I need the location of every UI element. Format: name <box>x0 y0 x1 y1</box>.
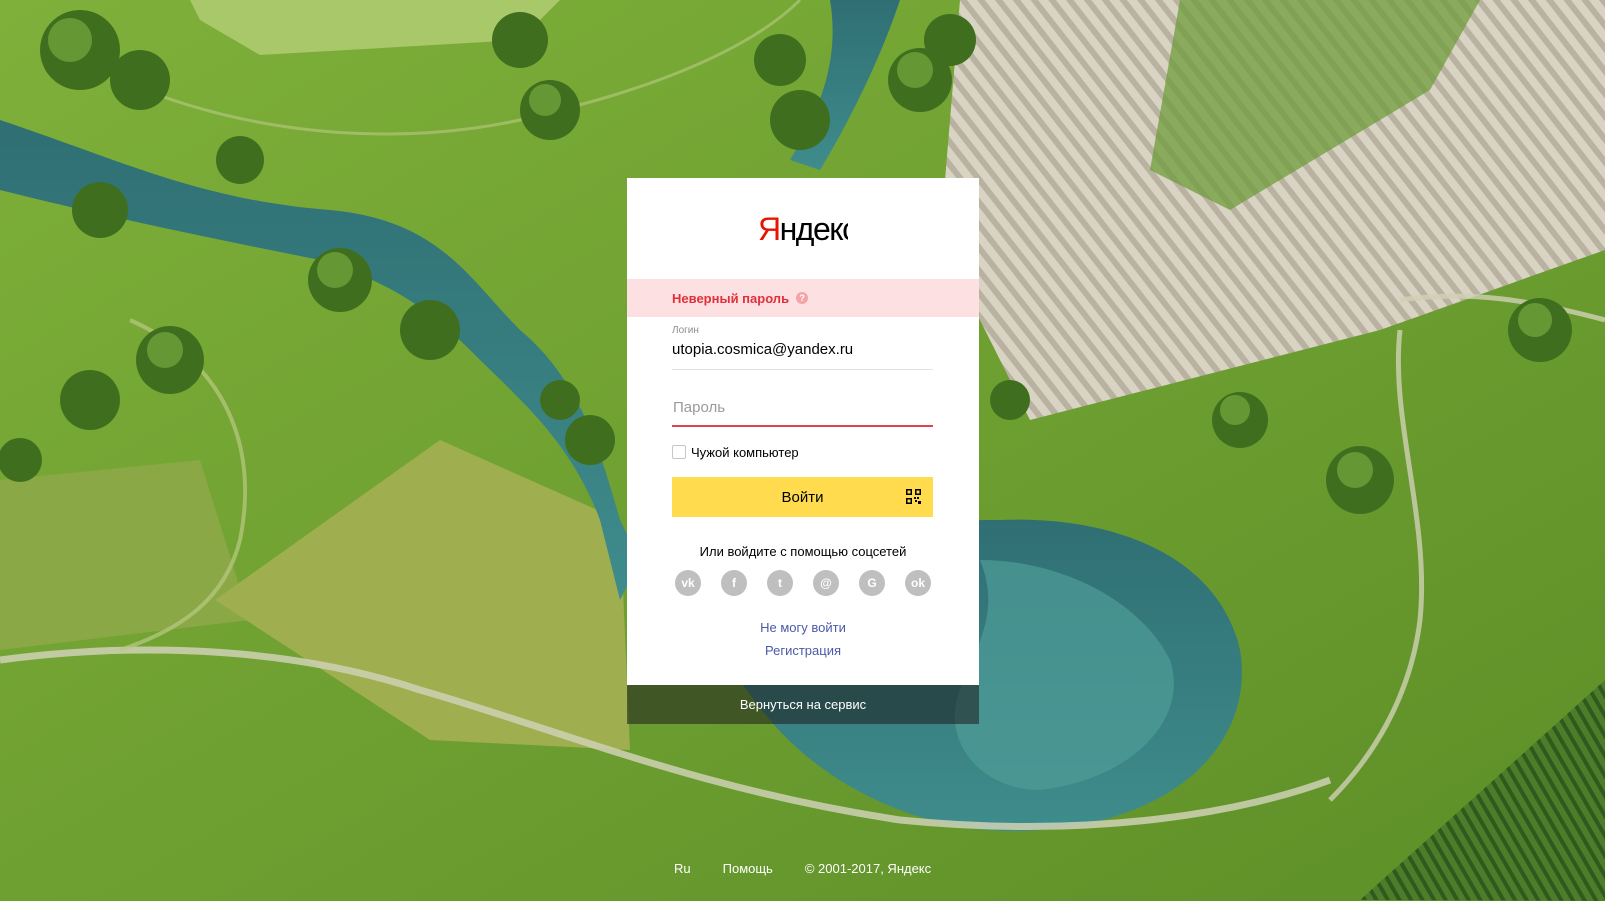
login-field[interactable]: Логин <box>672 325 933 370</box>
language-switch[interactable]: Ru <box>674 861 691 876</box>
foreign-computer-checkbox[interactable] <box>672 445 686 459</box>
error-banner: Неверный пароль ? <box>627 279 979 317</box>
copyright-text: © 2001-2017, Яндекс <box>804 860 932 876</box>
foreign-computer-label[interactable]: Чужой компьютер <box>691 445 799 460</box>
login-label: Логин <box>672 325 699 336</box>
logo-text-rest: ндекс <box>780 212 848 246</box>
twitter-icon[interactable]: t <box>767 570 793 596</box>
login-button-label: Войти <box>781 488 824 506</box>
cant-login-link[interactable]: Не могу войти <box>627 620 979 635</box>
social-login-title: Или войдите с помощью соцсетей <box>699 544 907 559</box>
password-input[interactable] <box>672 392 933 422</box>
yandex-logo-image: Яндекс <box>758 212 848 246</box>
login-button[interactable]: Войти <box>672 477 933 517</box>
footer: Ru Помощь © 2001-2017, Яндекс <box>674 860 931 876</box>
help-icon[interactable]: ? <box>796 292 809 304</box>
mailru-icon[interactable]: @ <box>813 570 839 596</box>
error-message: Неверный пароль <box>672 290 790 306</box>
back-to-service-link[interactable]: Вернуться на сервис <box>627 685 979 724</box>
facebook-icon[interactable]: f <box>721 570 747 596</box>
yandex-logo[interactable]: Яндекс <box>627 212 979 251</box>
login-card: Яндекс Неверный пароль ? Логин Чужой ком… <box>627 178 979 685</box>
google-icon[interactable]: G <box>859 570 885 596</box>
password-field[interactable] <box>672 392 933 427</box>
svg-text:Яндекс: Яндекс <box>758 212 848 246</box>
vk-icon[interactable]: vk <box>675 570 701 596</box>
foreign-computer-option[interactable]: Чужой компьютер <box>672 444 799 460</box>
qr-code-icon[interactable] <box>906 489 921 504</box>
odnoklassniki-icon[interactable]: ok <box>905 570 931 596</box>
social-buttons: vk f t @ G ok <box>675 570 931 596</box>
help-link[interactable]: Помощь <box>723 861 773 876</box>
login-input[interactable] <box>672 341 933 358</box>
register-link[interactable]: Регистрация <box>627 643 979 658</box>
